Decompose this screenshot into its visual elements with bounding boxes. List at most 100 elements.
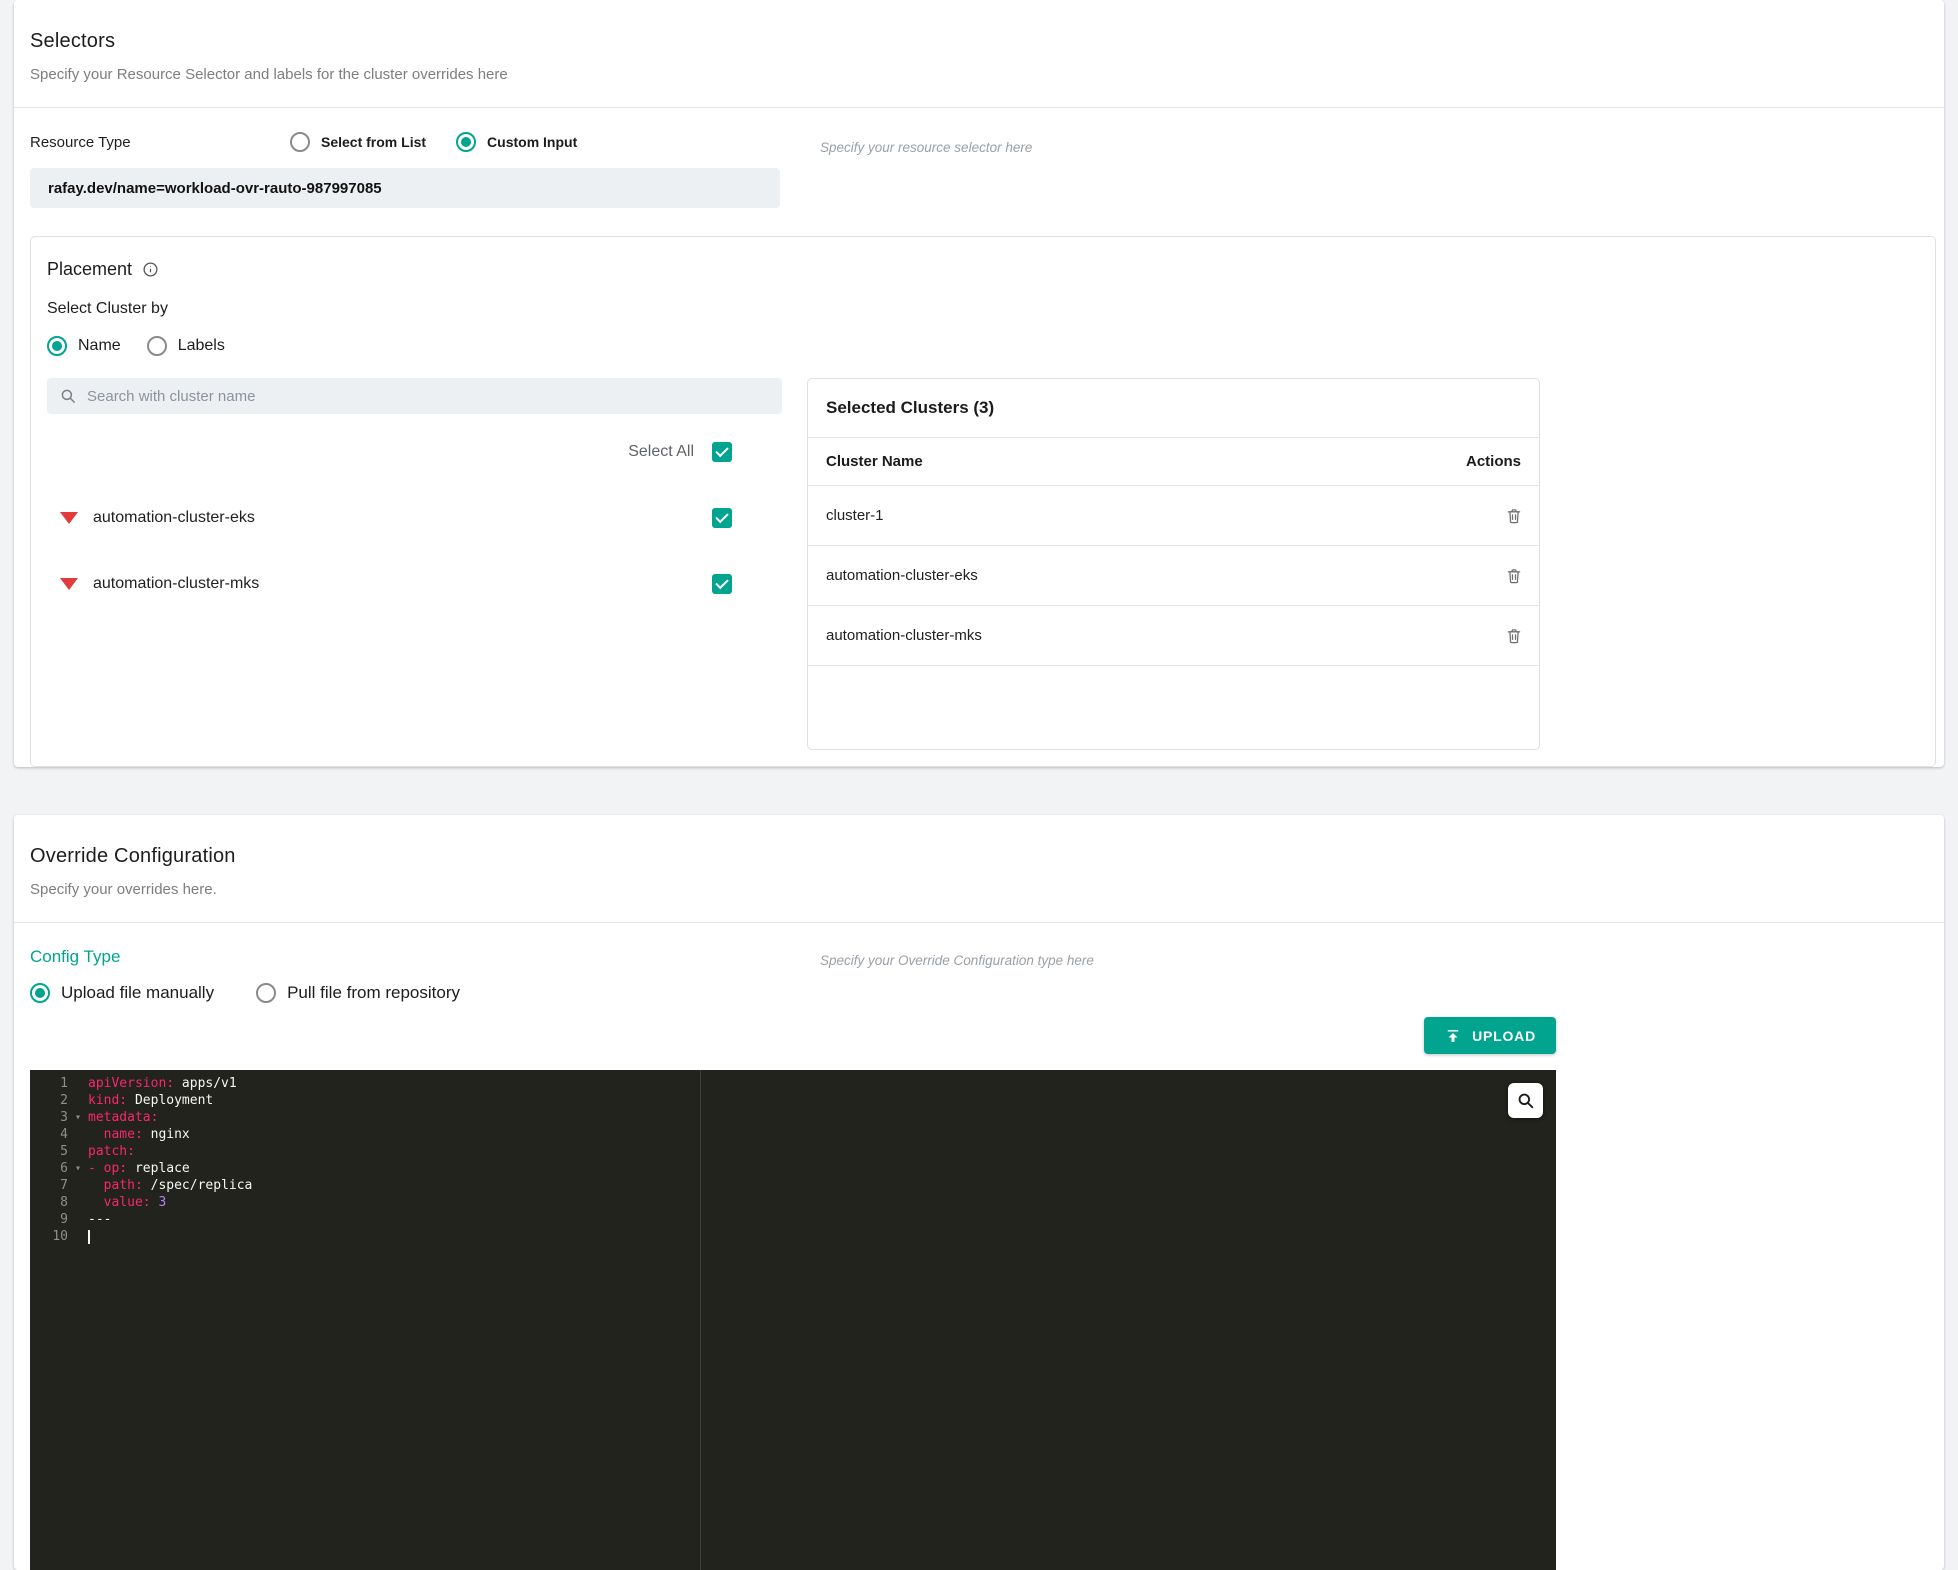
selectors-card-header: Selectors Specify your Resource Selector…: [14, 0, 1944, 107]
resource-type-row: Resource Type Select from List Custom In…: [14, 108, 1944, 166]
radio-upload-file-manually[interactable]: Upload file manually: [30, 983, 214, 1003]
code-line[interactable]: 7 path: /spec/replica: [30, 1177, 1556, 1194]
code-text: value: 3: [88, 1194, 166, 1211]
code-line[interactable]: 5 patch:: [30, 1143, 1556, 1160]
fold-spacer: [68, 1126, 88, 1143]
page: Selectors Specify your Resource Selector…: [0, 0, 1958, 1570]
resource-selector-value: rafay.dev/name=workload-ovr-rauto-987997…: [48, 180, 382, 197]
select-cluster-by-label: Select Cluster by: [47, 300, 1919, 318]
radio-pull-file-from-repository[interactable]: Pull file from repository: [256, 983, 460, 1003]
info-icon[interactable]: [142, 261, 159, 278]
code-text: name: nginx: [88, 1126, 190, 1143]
fold-spacer: [68, 1211, 88, 1228]
search-icon: [59, 387, 77, 405]
cluster-list-item[interactable]: automation-cluster-eks: [47, 508, 782, 528]
delete-cluster-button[interactable]: [1499, 561, 1529, 591]
line-number: 7: [30, 1177, 68, 1194]
code-line[interactable]: 9---: [30, 1211, 1556, 1228]
trash-icon: [1505, 567, 1523, 585]
line-number: 4: [30, 1126, 68, 1143]
fold-arrow-icon[interactable]: ▾: [68, 1109, 88, 1126]
radio-label: Upload file manually: [61, 983, 214, 1003]
radio-name[interactable]: Name: [47, 336, 121, 356]
editor-lines: 1 apiVersion: apps/v1 2 kind: Deployment3▾m…: [30, 1075, 1556, 1245]
line-number: 6: [30, 1160, 68, 1177]
selectors-card: Selectors Specify your Resource Selector…: [14, 0, 1944, 767]
line-number: 3: [30, 1109, 68, 1126]
code-text: kind: Deployment: [88, 1092, 213, 1109]
code-line[interactable]: 1 apiVersion: apps/v1: [30, 1075, 1556, 1092]
selected-clusters-panel: Selected Clusters (3) Cluster Name Actio…: [807, 378, 1540, 750]
radio-selected-icon: [30, 983, 50, 1003]
selected-cluster-name: automation-cluster-mks: [826, 627, 982, 644]
select-all-row: Select All: [47, 442, 732, 462]
override-subtitle: Specify your overrides here.: [30, 881, 1928, 898]
placement-title: Placement: [47, 259, 132, 280]
radio-custom-input[interactable]: Custom Input: [456, 132, 577, 152]
fold-spacer: [68, 1177, 88, 1194]
radio-select-from-list[interactable]: Select from List: [290, 132, 426, 152]
cluster-name-label: automation-cluster-mks: [93, 575, 259, 593]
upload-row: UPLOAD: [30, 1017, 1556, 1054]
yaml-editor[interactable]: 1 apiVersion: apps/v1 2 kind: Deployment3▾m…: [30, 1070, 1556, 1570]
cluster-checkbox[interactable]: [712, 574, 732, 594]
radio-label: Pull file from repository: [287, 983, 460, 1003]
fold-spacer: [68, 1228, 88, 1245]
column-cluster-name: Cluster Name: [826, 453, 923, 470]
cluster-list-item[interactable]: automation-cluster-mks: [47, 574, 782, 594]
code-text: - op: replace: [88, 1160, 190, 1177]
fold-arrow-icon[interactable]: ▾: [68, 1160, 88, 1177]
delete-cluster-button[interactable]: [1499, 621, 1529, 651]
fold-spacer: [68, 1194, 88, 1211]
text-cursor: [88, 1230, 90, 1244]
radio-icon: [256, 983, 276, 1003]
code-line[interactable]: 8 value: 3: [30, 1194, 1556, 1211]
select-all-checkbox[interactable]: [712, 442, 732, 462]
code-line[interactable]: 4 name: nginx: [30, 1126, 1556, 1143]
config-type-section: Config Type Upload file manually Pull fi…: [14, 923, 1944, 1003]
line-number: 1: [30, 1075, 68, 1092]
cluster-checkbox[interactable]: [712, 508, 732, 528]
cluster-picker-column: Search with cluster name Select All auto…: [47, 378, 782, 750]
radio-label: Labels: [178, 337, 225, 355]
cluster-list: automation-cluster-eks automation-cluster…: [47, 508, 782, 594]
line-number: 2: [30, 1092, 68, 1109]
fold-spacer: [68, 1092, 88, 1109]
selected-clusters-title: Selected Clusters (3): [808, 379, 1539, 437]
editor-search-button[interactable]: [1508, 1083, 1543, 1118]
radio-label: Custom Input: [487, 134, 577, 150]
delete-cluster-button[interactable]: [1499, 501, 1529, 531]
placement-panel: Placement Select Cluster by Name: [30, 236, 1936, 767]
override-card-header: Override Configuration Specify your over…: [14, 815, 1944, 922]
code-line[interactable]: 3▾metadata:: [30, 1109, 1556, 1126]
selected-clusters-header: Cluster Name Actions: [808, 438, 1539, 486]
resource-selector-input[interactable]: rafay.dev/name=workload-ovr-rauto-987997…: [30, 168, 780, 208]
line-number: 9: [30, 1211, 68, 1228]
fold-spacer: [68, 1075, 88, 1092]
fold-spacer: [68, 1143, 88, 1160]
radio-label: Name: [78, 337, 121, 355]
code-text: patch:: [88, 1143, 135, 1160]
placement-columns: Search with cluster name Select All auto…: [47, 378, 1919, 750]
line-number: 10: [30, 1228, 68, 1245]
selected-cluster-row: automation-cluster-mks: [808, 606, 1539, 666]
code-line[interactable]: 6▾- op: replace: [30, 1160, 1556, 1177]
upload-icon: [1444, 1027, 1462, 1045]
code-text: apiVersion: apps/v1: [88, 1075, 237, 1092]
line-number: 8: [30, 1194, 68, 1211]
cluster-name-label: automation-cluster-eks: [93, 509, 255, 527]
line-number: 5: [30, 1143, 68, 1160]
code-line[interactable]: 10: [30, 1228, 1556, 1245]
radio-icon: [290, 132, 310, 152]
code-line[interactable]: 2 kind: Deployment: [30, 1092, 1556, 1109]
radio-icon: [147, 336, 167, 356]
cluster-search-input[interactable]: Search with cluster name: [47, 378, 782, 414]
upload-button[interactable]: UPLOAD: [1424, 1017, 1556, 1054]
placement-title-row: Placement: [47, 253, 1919, 280]
resource-type-label: Resource Type: [30, 134, 290, 151]
radio-labels[interactable]: Labels: [147, 336, 225, 356]
selected-cluster-name: automation-cluster-eks: [826, 567, 978, 584]
column-actions: Actions: [1466, 453, 1521, 470]
code-text: [88, 1228, 90, 1245]
cluster-by-radio-group: Name Labels: [47, 336, 1919, 356]
